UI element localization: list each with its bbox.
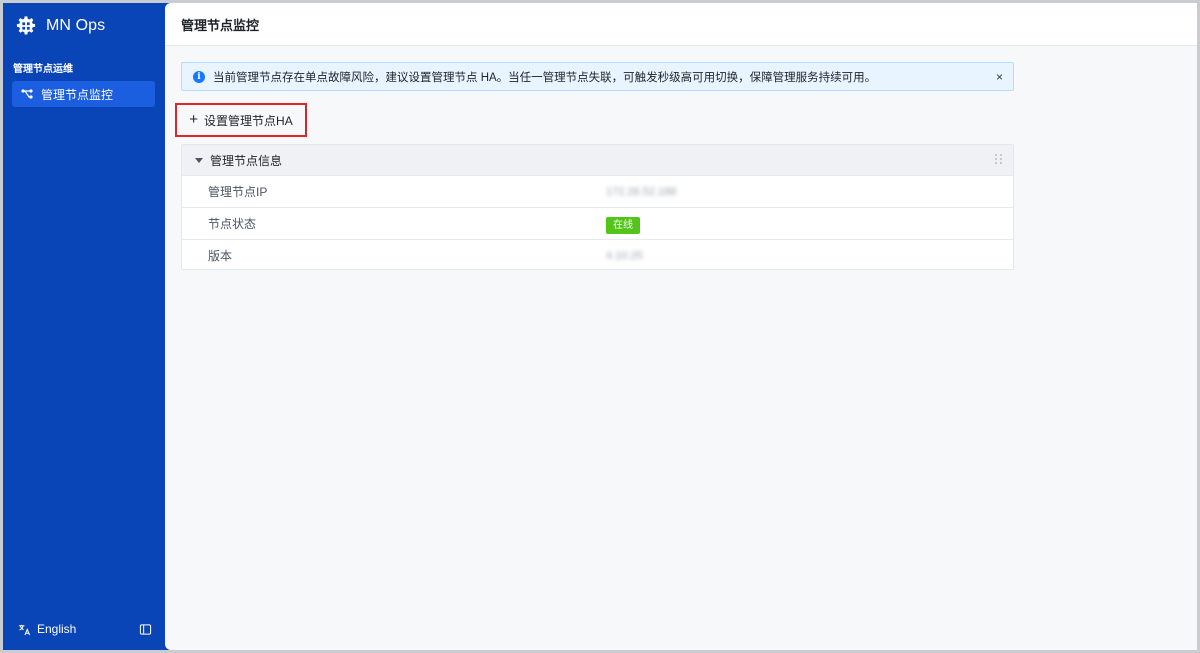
plus-icon: + <box>189 111 199 128</box>
translate-icon <box>18 624 31 635</box>
app-name: MN Ops <box>46 17 106 34</box>
close-icon[interactable]: × <box>996 70 1003 84</box>
panel-header[interactable]: 管理节点信息 <box>182 145 1013 175</box>
nav-group-title: 管理节点运维 <box>13 64 73 75</box>
logo-icon <box>16 16 36 35</box>
info-label: 管理节点IP <box>208 185 268 199</box>
mn-info-panel: 管理节点信息 管理节点IP 172.26.52.188 节点状态 在线 版本 4… <box>181 144 1014 270</box>
sidebar: MN Ops 管理节点运维 管理节点监控 English <box>3 3 165 650</box>
sidebar-footer: English <box>18 622 152 636</box>
status-badge: 在线 <box>606 217 640 234</box>
info-label: 版本 <box>208 249 233 263</box>
info-icon: i <box>193 70 205 83</box>
topology-icon <box>21 89 33 99</box>
caret-down-icon <box>195 157 203 163</box>
language-switch[interactable]: English <box>18 622 76 636</box>
info-row: 版本 4.10.25 <box>182 239 1013 271</box>
language-label: English <box>37 622 77 636</box>
info-label: 节点状态 <box>208 217 257 231</box>
sidebar-item-mn-monitor[interactable]: 管理节点监控 <box>12 81 155 107</box>
sidebar-collapse-icon <box>139 623 152 635</box>
mn-ip-value: 172.26.52.188 <box>606 185 677 198</box>
drag-handle-icon[interactable] <box>995 154 1003 164</box>
main-content: 管理节点监控 i 当前管理节点存在单点故障风险，建议设置管理节点 HA。当任一管… <box>165 3 1197 650</box>
info-row: 节点状态 在线 <box>182 207 1013 239</box>
setup-ha-button[interactable]: + 设置管理节点HA <box>175 103 307 137</box>
info-row: 管理节点IP 172.26.52.188 <box>182 175 1013 207</box>
sidebar-item-label: 管理节点监控 <box>41 87 114 102</box>
alert-text: 当前管理节点存在单点故障风险，建议设置管理节点 HA。当任一管理节点失联，可触发… <box>213 71 877 84</box>
ha-warning-alert: i 当前管理节点存在单点故障风险，建议设置管理节点 HA。当任一管理节点失联，可… <box>181 62 1014 91</box>
page-title: 管理节点监控 <box>165 3 1197 46</box>
setup-ha-label: 设置管理节点HA <box>204 113 293 128</box>
status-container: 在线 <box>606 216 640 234</box>
panel-title: 管理节点信息 <box>210 153 283 168</box>
collapse-sidebar-button[interactable] <box>139 623 152 636</box>
brand[interactable]: MN Ops <box>15 15 105 37</box>
version-value: 4.10.25 <box>606 249 643 262</box>
